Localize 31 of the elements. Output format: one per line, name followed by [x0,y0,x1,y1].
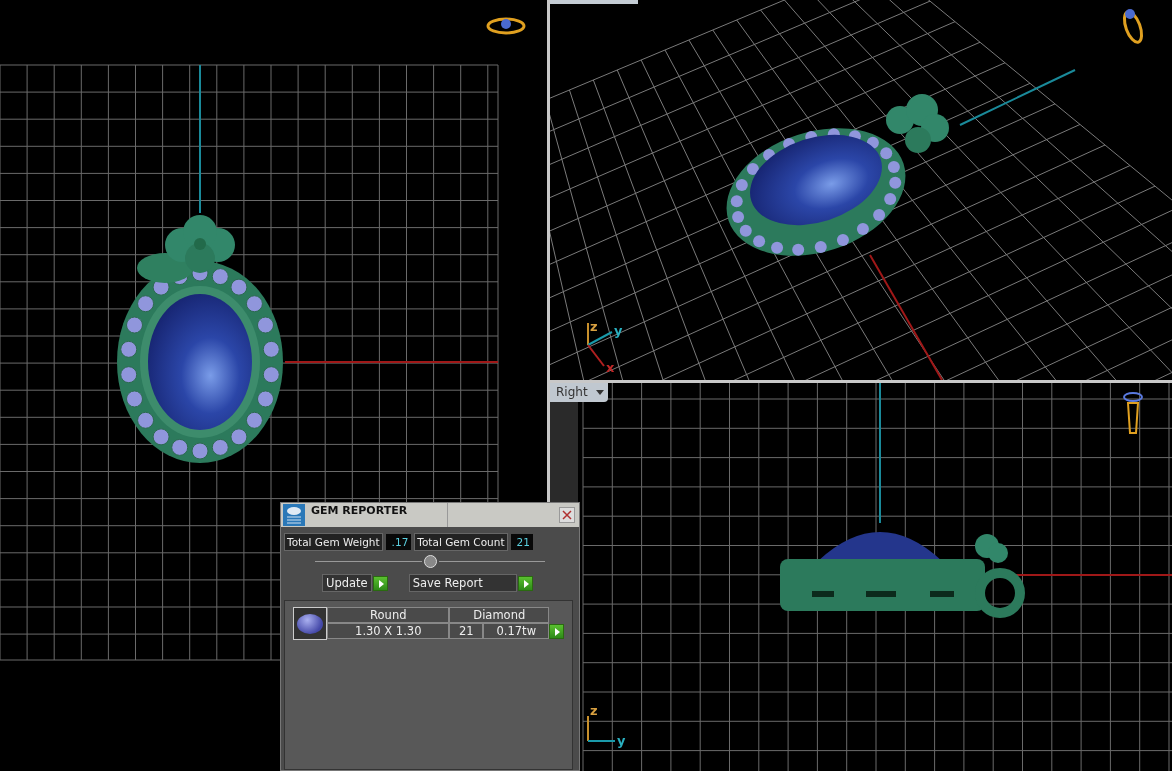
total-count-value: 21 [510,534,533,550]
play-button[interactable] [549,624,564,639]
axis-label: x [606,360,615,375]
axis-triad-icon [587,715,616,742]
ring-icon [486,17,526,35]
gem-report-icon [283,504,305,526]
gem-shape-cell: Round [327,607,450,623]
gem-count-cell: 21 [449,623,484,639]
total-weight-value: .17 [385,534,412,550]
axis-label: z [590,703,598,718]
total-count-label: Total Gem Count [414,533,508,551]
view-dropdown[interactable]: Right [550,383,608,402]
ring-icon [1122,9,1144,44]
dropdown-arrow-icon [595,389,604,395]
gem-type-cell: Diamond [449,607,550,623]
axis-triad-icon [587,322,613,367]
close-button[interactable] [559,507,575,523]
collapse-handle[interactable] [423,555,437,568]
play-button[interactable] [517,575,533,591]
axis-label: z [590,319,598,334]
play-button[interactable] [372,575,388,591]
action-label: Save Report [408,574,517,592]
window-title: GEM REPORTER [311,503,409,517]
gem-weight-cell: 0.17tw [483,623,550,639]
gem-size-cell: 1.30 X 1.30 [327,623,450,639]
pendant-icon [1123,392,1143,434]
axis-label: y [614,323,623,338]
gem-thumbnail [293,607,328,640]
axis-label: y [617,733,626,748]
action-label: Update [322,574,372,592]
total-weight-label: Total Gem Weight [284,533,383,551]
